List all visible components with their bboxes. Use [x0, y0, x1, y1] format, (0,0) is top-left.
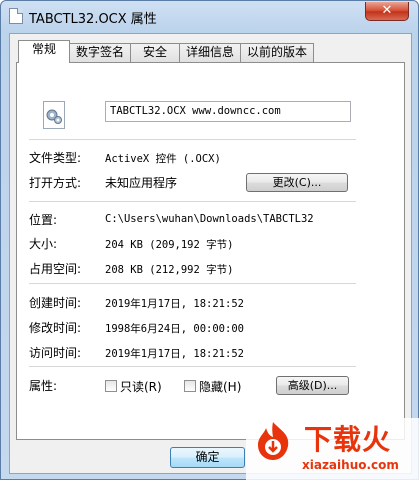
dialog-client-area: 常规 数字签名 安全 详细信息 以前的版本 TABCTL32.OCX www.d…	[9, 33, 412, 474]
created-value: 2019年1月17日, 18:21:52	[105, 298, 244, 310]
size-on-disk-value: 208 KB (212,992 字节)	[105, 264, 234, 276]
file-icon	[9, 8, 23, 24]
file-type-label: 文件类型:	[29, 151, 82, 165]
opens-with-label: 打开方式:	[29, 176, 82, 190]
accessed-label: 访问时间:	[29, 346, 82, 360]
separator	[29, 283, 356, 284]
close-button[interactable]: ✕	[365, 2, 409, 21]
watermark: 下载火 xiazaihuo.com	[246, 418, 419, 480]
separator	[29, 366, 356, 367]
window-title: TABCTL32.OCX 属性	[29, 12, 157, 27]
size-label: 大小:	[29, 237, 58, 251]
activex-file-icon	[43, 101, 65, 129]
modified-label: 修改时间:	[29, 321, 82, 335]
opens-with-value: 未知应用程序	[105, 176, 178, 190]
properties-window: TABCTL32.OCX 属性 ✕ 常规 数字签名 安全 详细信息 以前的版本 …	[0, 0, 419, 480]
separator	[29, 139, 356, 140]
change-button[interactable]: 更改(C)...	[246, 173, 348, 192]
location-label: 位置:	[29, 213, 58, 227]
size-on-disk-label: 占用空间:	[29, 262, 82, 276]
created-label: 创建时间:	[29, 296, 82, 310]
hidden-label[interactable]: 隐藏(H)	[199, 378, 241, 395]
readonly-checkbox[interactable]	[105, 380, 117, 392]
file-type-value: ActiveX 控件 (.OCX)	[105, 153, 221, 165]
readonly-label[interactable]: 只读(R)	[120, 378, 162, 395]
modified-value: 1998年6月24日, 00:00:00	[105, 323, 244, 335]
hidden-checkbox[interactable]	[184, 380, 196, 392]
attributes-label: 属性:	[29, 379, 58, 393]
flame-logo-icon	[258, 422, 289, 460]
accessed-value: 2019年1月17日, 18:21:52	[105, 348, 244, 360]
tab-digital-signatures[interactable]: 数字签名	[69, 43, 131, 62]
size-value: 204 KB (209,192 字节)	[105, 239, 234, 251]
tab-general[interactable]: 常规	[18, 40, 70, 63]
title-bar[interactable]: TABCTL32.OCX 属性 ✕	[1, 1, 418, 33]
watermark-brand: 下载火	[304, 423, 392, 456]
advanced-button[interactable]: 高级(D)...	[276, 376, 349, 395]
tab-previous-versions[interactable]: 以前的版本	[240, 43, 314, 62]
file-name-field[interactable]: TABCTL32.OCX www.downcc.com	[105, 101, 351, 122]
general-panel: TABCTL32.OCX www.downcc.com 文件类型: Active…	[16, 62, 405, 440]
tab-security[interactable]: 安全	[130, 43, 180, 62]
separator	[29, 201, 356, 202]
location-value: C:\Users\wuhan\Downloads\TABCTL32	[105, 213, 314, 225]
tab-details[interactable]: 详细信息	[179, 43, 241, 62]
watermark-url: xiazaihuo.com	[302, 458, 399, 472]
ok-button[interactable]: 确定	[170, 447, 245, 468]
